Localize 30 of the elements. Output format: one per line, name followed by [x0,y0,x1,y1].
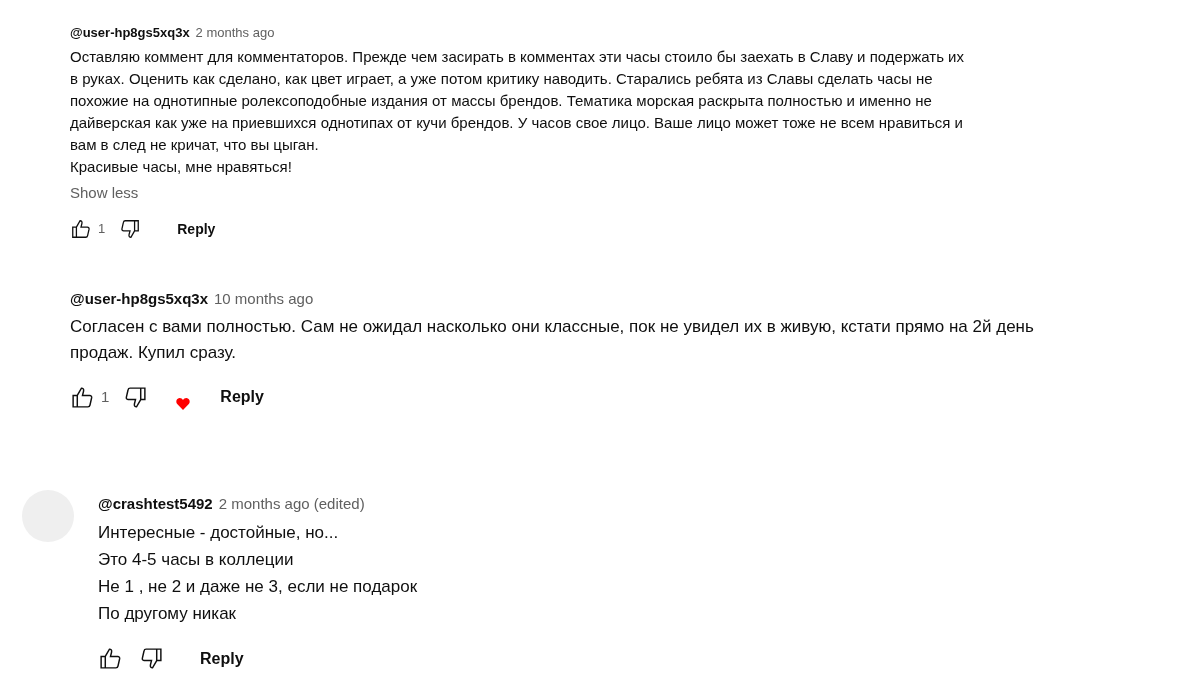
thumbs-up-icon[interactable] [70,218,92,240]
comment-text: Согласен с вами полностью. Сам не ожидал насколько они классные, пок не увидел их в живую, кстати прямо на 2й день [70,316,1034,338]
reply-button[interactable]: Reply [220,384,264,410]
comment-text: Красивые часы, мне нравяться! [70,157,293,177]
comment-time[interactable]: 2 months ago [195,22,275,44]
comment-text: вам в след не кричат, что вы цыган. [70,135,320,155]
thumbs-down-icon[interactable] [123,384,149,410]
comment-time[interactable]: 10 months ago [214,286,314,312]
thumbs-down-icon[interactable] [139,646,164,671]
comment-author[interactable]: @user-hp8gs5xq3x [70,286,208,312]
comment-text: Интересные - достойные, но... [98,522,340,544]
comment-text: в руках. Оценить как сделано, как цвет играет, а уже потом критику наводить. Старались ребята из Славы сделать часы не [70,69,934,89]
comment-text: По другому никак [98,603,238,625]
comment-author[interactable]: @crashtest5492 [98,490,213,517]
comment-text: Это 4-5 часы в коллеции [98,549,295,571]
comment-author[interactable]: @user-hp8gs5xq3x [70,22,190,44]
comment-time[interactable]: 2 months ago (edited) [218,490,365,517]
reply-button[interactable]: Reply [200,645,244,672]
comment-text: дайверская как уже на приевшихся однотипах от кучи брендов. У часов свое лицо. Ваше лицо может тоже не всем нравиться и [70,113,964,133]
thumbs-up-icon[interactable] [70,384,95,410]
reply-button[interactable]: Reply [177,218,216,240]
thumbs-down-icon[interactable] [119,218,142,240]
comment-text: похожие на однотипные ролексоподобные издания от массы брендов. Тематика морская раскрыта полностью и именно не [70,91,933,111]
comment-text: продаж. Купил сразу. [70,342,238,364]
show-less-link[interactable]: Show less [70,182,139,204]
comment-text: Оставляю коммент для комментаторов. Прежде чем засирать в комментах эти часы стоило бы заехать в Славу и подержать их [70,47,964,67]
thumbs-up-icon[interactable] [98,646,123,671]
comment-text: Не 1 , не 2 и даже не 3, если не подарок [98,576,418,598]
like-count: 1 [98,220,106,238]
like-count: 1 [101,387,110,407]
